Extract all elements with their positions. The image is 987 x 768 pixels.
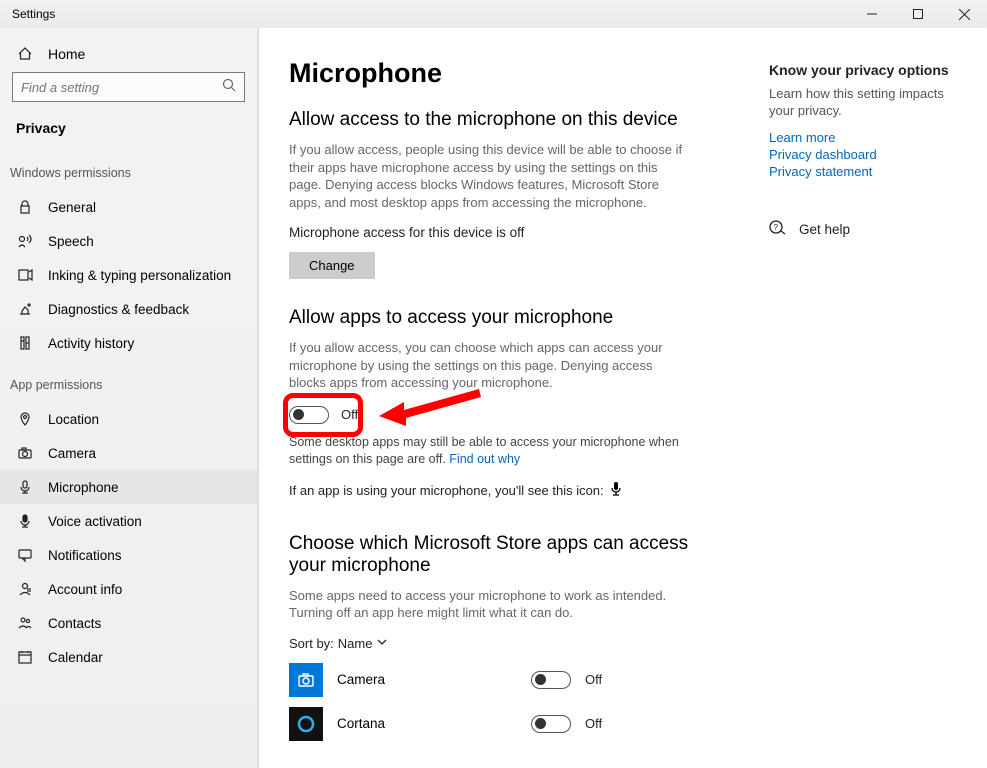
mic-icon (16, 479, 34, 495)
sidebar-section-app: App permissions (0, 360, 257, 402)
annotation-highlight (283, 393, 363, 437)
sidebar-item-speech[interactable]: Speech (0, 224, 257, 258)
sidebar-item-label: Activity history (48, 336, 134, 351)
minimize-button[interactable] (849, 0, 895, 28)
sidebar-item-diagnostics-feedback[interactable]: Diagnostics & feedback (0, 292, 257, 326)
device-access-status: Microphone access for this device is off (289, 225, 731, 240)
sidebar-home[interactable]: Home (0, 28, 257, 72)
chevron-down-icon (376, 636, 388, 651)
sidebar-item-label: Inking & typing personalization (48, 268, 231, 283)
sidebar-item-activity-history[interactable]: Activity history (0, 326, 257, 360)
sidebar-category: Privacy (0, 114, 257, 148)
sidebar-item-notifications[interactable]: Notifications (0, 538, 257, 572)
lock-icon (16, 199, 34, 215)
contacts-icon (16, 615, 34, 631)
sidebar-item-general[interactable]: General (0, 190, 257, 224)
voice-icon (16, 513, 34, 529)
sidebar-item-label: Location (48, 412, 99, 427)
sidebar-item-label: Speech (48, 234, 94, 249)
history-icon (16, 335, 34, 351)
location-icon (16, 411, 34, 427)
acct-icon (16, 581, 34, 597)
annotation-arrow (369, 386, 489, 446)
app-icon (289, 663, 323, 697)
find-out-why-link[interactable]: Find out why (449, 452, 520, 466)
section-device-access-desc: If you allow access, people using this d… (289, 141, 689, 211)
link-privacy-statement[interactable]: Privacy statement (769, 164, 969, 179)
search-field[interactable] (21, 80, 222, 95)
home-icon (16, 46, 34, 62)
calendar-icon (16, 649, 34, 665)
section-app-access-desc: If you allow access, you can choose whic… (289, 339, 689, 392)
microphone-icon (610, 482, 622, 499)
sort-label: Sort by: (289, 636, 334, 651)
sidebar-item-label: Microphone (48, 480, 119, 495)
help-icon: ? (769, 219, 787, 240)
search-input[interactable] (12, 72, 245, 102)
section-store-apps-desc: Some apps need to access your microphone… (289, 587, 689, 622)
sidebar-item-label: General (48, 200, 96, 215)
change-button[interactable]: Change (289, 252, 375, 279)
search-icon (222, 78, 236, 97)
sidebar-item-camera[interactable]: Camera (0, 436, 257, 470)
get-help-label: Get help (799, 222, 850, 237)
app-row-cortana: Cortana Off (289, 707, 731, 741)
app-toggle-label: Off (585, 672, 602, 687)
app-toggle-label: Off (585, 716, 602, 731)
sort-value: Name (338, 636, 373, 651)
app-toggle-camera[interactable] (531, 671, 571, 689)
get-help[interactable]: ? Get help (769, 219, 969, 240)
diag-icon (16, 301, 34, 317)
svg-text:?: ? (774, 223, 779, 232)
mic-in-use-text: If an app is using your microphone, you'… (289, 483, 604, 498)
section-device-access-head: Allow access to the microphone on this d… (289, 109, 731, 131)
sidebar: Home Privacy Windows permissions General… (0, 28, 258, 768)
section-store-apps-head: Choose which Microsoft Store apps can ac… (289, 533, 689, 577)
maximize-button[interactable] (895, 0, 941, 28)
right-panel: Know your privacy options Learn how this… (761, 28, 987, 768)
sidebar-item-label: Account info (48, 582, 122, 597)
main-content: Microphone Allow access to the microphon… (258, 28, 761, 768)
sidebar-section-windows: Windows permissions (0, 148, 257, 190)
sidebar-item-contacts[interactable]: Contacts (0, 606, 257, 640)
sidebar-item-location[interactable]: Location (0, 402, 257, 436)
app-name: Cortana (337, 716, 517, 731)
app-icon (289, 707, 323, 741)
sidebar-item-label: Contacts (48, 616, 101, 631)
link-privacy-dashboard[interactable]: Privacy dashboard (769, 147, 969, 162)
speech-icon (16, 233, 34, 249)
ink-icon (16, 267, 34, 283)
sidebar-item-microphone[interactable]: Microphone (0, 470, 257, 504)
close-button[interactable] (941, 0, 987, 28)
app-toggle-cortana[interactable] (531, 715, 571, 733)
sidebar-item-voice-activation[interactable]: Voice activation (0, 504, 257, 538)
sidebar-item-inking-typing-personalization[interactable]: Inking & typing personalization (0, 258, 257, 292)
app-name: Camera (337, 672, 517, 687)
sidebar-item-label: Notifications (48, 548, 122, 563)
sidebar-item-label: Calendar (48, 650, 103, 665)
sidebar-item-calendar[interactable]: Calendar (0, 640, 257, 674)
section-app-access-head: Allow apps to access your microphone (289, 307, 731, 329)
sort-by[interactable]: Sort by: Name (289, 636, 731, 651)
privacy-options-head: Know your privacy options (769, 62, 969, 78)
page-title: Microphone (289, 58, 731, 89)
window-title: Settings (12, 7, 55, 21)
sidebar-item-label: Voice activation (48, 514, 142, 529)
sidebar-item-label: Camera (48, 446, 96, 461)
app-row-camera: Camera Off (289, 663, 731, 697)
sidebar-item-label: Diagnostics & feedback (48, 302, 189, 317)
sidebar-item-account-info[interactable]: Account info (0, 572, 257, 606)
link-learn-more[interactable]: Learn more (769, 130, 969, 145)
privacy-options-desc: Learn how this setting impacts your priv… (769, 86, 969, 120)
desktop-apps-hint: Some desktop apps may still be able to a… (289, 434, 689, 468)
notif-icon (16, 547, 34, 563)
camera-icon (16, 445, 34, 461)
sidebar-home-label: Home (48, 46, 85, 62)
